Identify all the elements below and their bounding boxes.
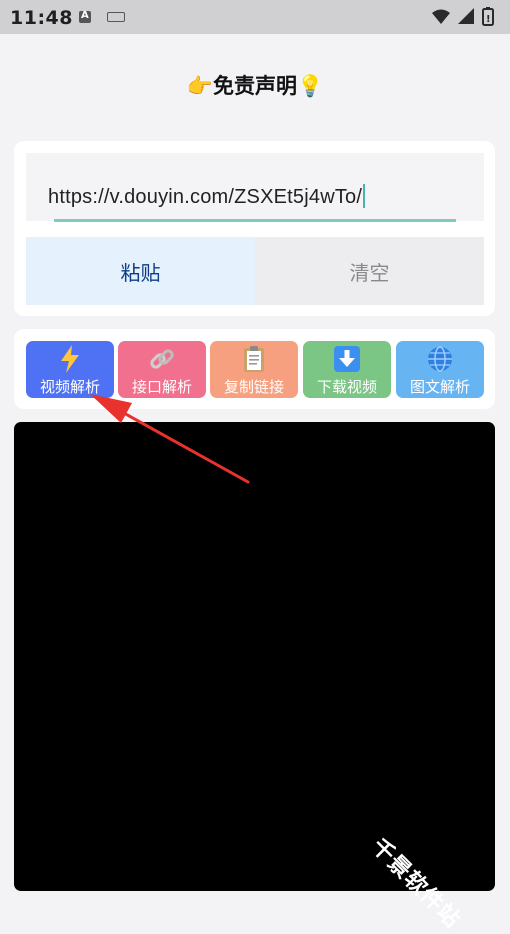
clear-button[interactable]: 清空: [255, 237, 484, 305]
status-time: 11:48: [10, 7, 73, 29]
link-icon: [118, 343, 206, 375]
download-video-label: 下载视频: [316, 378, 377, 396]
status-icons: !: [432, 7, 494, 26]
video-parse-label: 视频解析: [39, 378, 100, 396]
signal-icon: [458, 8, 474, 24]
keyboard-icon: [107, 12, 125, 22]
lightning-icon: [26, 343, 114, 375]
download-video-button[interactable]: 下载视频: [303, 341, 391, 398]
copy-link-button[interactable]: 复制链接: [210, 341, 298, 398]
image-text-parse-button[interactable]: 图文解析: [396, 341, 484, 398]
globe-icon: [396, 343, 484, 375]
function-bar: 视频解析 接口解析 复制链接 下载视频 图文解析: [14, 329, 495, 409]
disclaimer-row[interactable]: 👉免责声明💡: [0, 66, 510, 106]
api-parse-button[interactable]: 接口解析: [118, 341, 206, 398]
video-parse-button[interactable]: 视频解析: [26, 341, 114, 398]
text-cursor: [363, 184, 366, 208]
api-parse-label: 接口解析: [131, 378, 192, 396]
disclaimer-link[interactable]: 👉免责声明💡: [187, 74, 323, 98]
input-card: https://v.douyin.com/ZSXEt5j4wTo/ 粘贴 清空: [14, 141, 495, 316]
svg-text:!: !: [486, 14, 491, 25]
url-input-value: https://v.douyin.com/ZSXEt5j4wTo/: [48, 184, 366, 209]
input-underline: [54, 219, 456, 222]
image-text-parse-label: 图文解析: [409, 378, 470, 396]
paste-button[interactable]: 粘贴: [26, 237, 255, 305]
wifi-icon: [432, 9, 450, 24]
notification-icon: [79, 10, 91, 23]
download-icon: [303, 343, 391, 375]
video-player[interactable]: [14, 422, 495, 891]
url-input[interactable]: https://v.douyin.com/ZSXEt5j4wTo/: [26, 153, 484, 222]
copy-link-label: 复制链接: [223, 378, 284, 396]
clipboard-icon: [210, 343, 298, 375]
status-bar: 11:48 !: [0, 0, 510, 34]
